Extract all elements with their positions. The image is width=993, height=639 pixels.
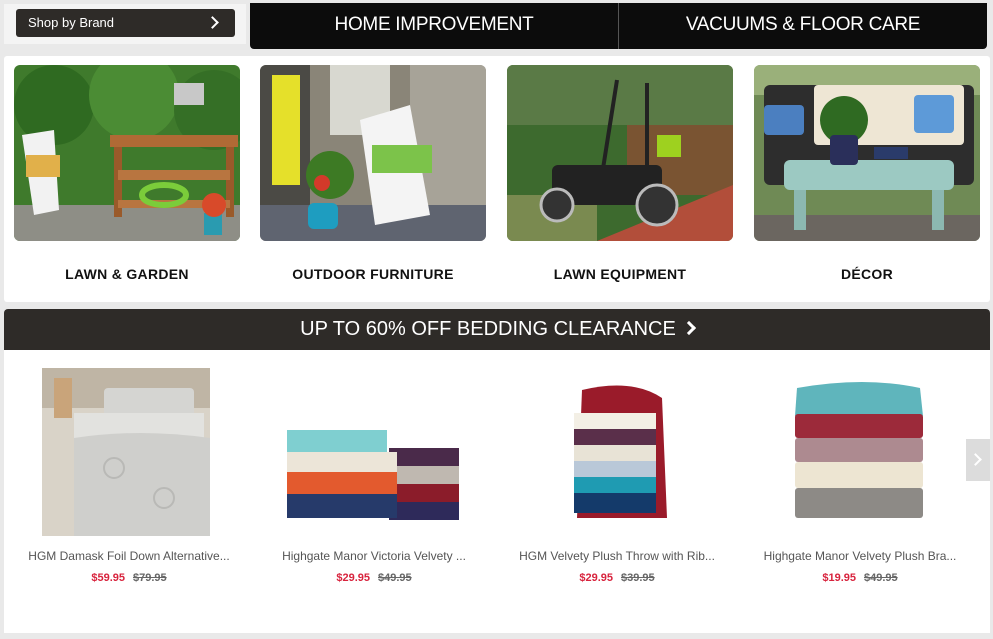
- product-name: Highgate Manor Victoria Velvety ...: [282, 549, 466, 563]
- original-price: $39.95: [621, 572, 655, 584]
- tab-vacuums-floor-care[interactable]: VACUUMS & FLOOR CARE: [619, 3, 987, 49]
- product-name: HGM Damask Foil Down Alternative...: [28, 549, 230, 563]
- product-card[interactable]: HGM Velvety Plush Throw with Rib... $29.…: [502, 368, 732, 584]
- product-image: [259, 368, 489, 536]
- product-card[interactable]: HGM Damask Foil Down Alternative... $59.…: [14, 368, 244, 584]
- product-image: [745, 368, 975, 536]
- lawn-garden-image: [14, 65, 240, 241]
- category-label: OUTDOOR FURNITURE: [292, 266, 454, 282]
- original-price: $49.95: [864, 572, 898, 584]
- shop-by-brand-button[interactable]: Shop by Brand: [16, 9, 235, 37]
- product-name: HGM Velvety Plush Throw with Rib...: [519, 549, 715, 563]
- outdoor-furniture-image: [260, 65, 486, 241]
- tab-home-improvement[interactable]: HOME IMPROVEMENT: [250, 3, 618, 49]
- chevron-right-icon: [969, 453, 982, 466]
- decor-image: [754, 65, 980, 241]
- product-card[interactable]: Highgate Manor Victoria Velvety ... $29.…: [259, 368, 489, 584]
- sale-price: $29.95: [579, 572, 613, 584]
- product-image: [14, 368, 244, 536]
- sale-price: $19.95: [822, 572, 856, 584]
- category-label: LAWN & GARDEN: [65, 266, 189, 282]
- product-prices: $19.95 $49.95: [745, 572, 975, 584]
- product-prices: $29.95 $49.95: [259, 572, 489, 584]
- original-price: $79.95: [133, 572, 167, 584]
- product-name: Highgate Manor Velvety Plush Bra...: [763, 549, 957, 563]
- product-image: [502, 368, 732, 536]
- product-prices: $59.95 $79.95: [14, 572, 244, 584]
- bedding-clearance-banner[interactable]: UP TO 60% OFF BEDDING CLEARANCE: [4, 309, 990, 350]
- category-label: LAWN EQUIPMENT: [553, 266, 687, 282]
- sale-price: $59.95: [91, 572, 125, 584]
- carousel-next-button[interactable]: [966, 439, 990, 481]
- chevron-right-icon: [206, 16, 219, 29]
- promo-title: UP TO 60% OFF BEDDING CLEARANCE: [300, 318, 676, 340]
- sale-price: $29.95: [336, 572, 370, 584]
- category-tile-lawn-garden[interactable]: LAWN & GARDEN: [14, 65, 240, 282]
- category-tile-outdoor-furniture[interactable]: OUTDOOR FURNITURE: [260, 65, 486, 282]
- chevron-right-icon: [681, 320, 696, 336]
- lawn-equipment-image: [507, 65, 733, 241]
- category-tiles: LAWN & GARDEN OUTDOOR FURNITURE LAWN EQU…: [4, 56, 990, 302]
- category-tile-lawn-equipment[interactable]: LAWN EQUIPMENT: [507, 65, 733, 282]
- shop-by-brand-label: Shop by Brand: [28, 15, 115, 30]
- product-card[interactable]: Highgate Manor Velvety Plush Bra... $19.…: [745, 368, 975, 584]
- category-label: DÉCOR: [840, 266, 894, 282]
- top-navigation: Shop by Brand HOME IMPROVEMENT VACUUMS &…: [0, 0, 993, 52]
- brand-menu-container: Shop by Brand: [4, 4, 246, 44]
- product-carousel: HGM Damask Foil Down Alternative... $59.…: [4, 350, 990, 633]
- category-tile-decor[interactable]: DÉCOR: [754, 65, 980, 282]
- original-price: $49.95: [378, 572, 412, 584]
- product-prices: $29.95 $39.95: [502, 572, 732, 584]
